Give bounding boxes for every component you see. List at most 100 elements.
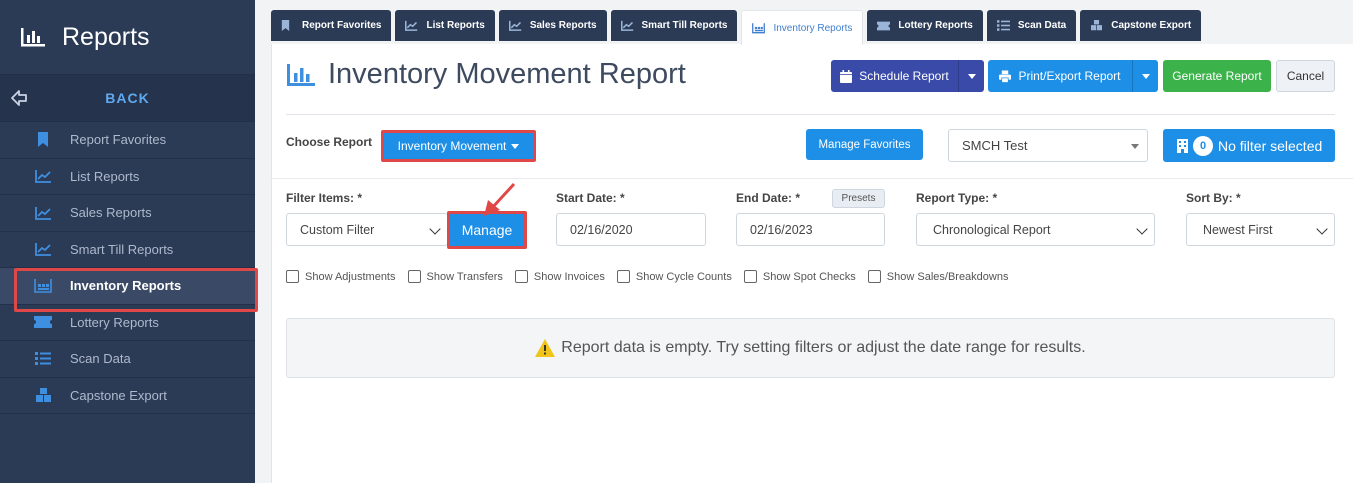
checkbox-box[interactable] bbox=[743, 270, 757, 283]
show-cycle-counts-checkbox[interactable]: Show Cycle Counts bbox=[616, 270, 732, 283]
caret-down-icon bbox=[1141, 73, 1150, 79]
sidebar-item-label: Report Favorites bbox=[70, 132, 167, 148]
show-spot-checks-checkbox[interactable]: Show Spot Checks bbox=[743, 270, 856, 283]
sidebar-item-lottery-reports[interactable]: Lottery Reports bbox=[0, 305, 255, 341]
chevron-down-icon bbox=[1316, 223, 1328, 235]
show-sales-breakdowns-checkbox[interactable]: Show Sales/Breakdowns bbox=[867, 270, 1009, 283]
tab-capstone-export[interactable]: Capstone Export bbox=[1080, 10, 1202, 41]
show-transfers-checkbox[interactable]: Show Transfers bbox=[407, 270, 503, 283]
sidebar-item-label: Scan Data bbox=[70, 351, 131, 367]
end-date-label: End Date: * bbox=[736, 191, 801, 205]
show-invoices-checkbox[interactable]: Show Invoices bbox=[514, 270, 605, 283]
report-type-select[interactable]: Chronological Report bbox=[916, 213, 1155, 246]
checkbox-label: Show Transfers bbox=[426, 270, 503, 283]
line-chart-icon bbox=[620, 20, 634, 31]
tab-label: Capstone Export bbox=[1111, 20, 1192, 31]
start-date-value: 02/16/2020 bbox=[570, 222, 633, 237]
sidebar-item-scan-data[interactable]: Scan Data bbox=[0, 341, 255, 378]
tab-label: Sales Reports bbox=[529, 20, 597, 31]
checkbox-box[interactable] bbox=[867, 270, 881, 283]
line-chart-icon bbox=[405, 20, 418, 31]
print-export-label: Print/Export Report bbox=[1018, 69, 1121, 83]
bar-chart-icon bbox=[287, 63, 315, 86]
report-type-dropdown[interactable]: Inventory Movement bbox=[381, 130, 536, 162]
checkbox-box[interactable] bbox=[616, 270, 630, 283]
sidebar-item-inventory-reports[interactable]: Inventory Reports bbox=[0, 268, 258, 312]
sort-by-value: Newest First bbox=[1203, 222, 1273, 237]
tab-label: List Reports bbox=[426, 20, 485, 31]
tab-inventory-reports[interactable]: Inventory Reports bbox=[741, 10, 864, 45]
start-date-label: Start Date: * bbox=[556, 191, 625, 205]
calendar-icon bbox=[840, 69, 853, 83]
tab-report-favorites[interactable]: Report Favorites bbox=[271, 10, 392, 41]
filter-button[interactable]: 0 No filter selected bbox=[1163, 129, 1335, 162]
sidebar-item-label: Inventory Reports bbox=[70, 278, 182, 294]
presets-button[interactable]: Presets bbox=[832, 189, 885, 208]
sidebar-item-label: Smart Till Reports bbox=[70, 241, 174, 257]
empty-report-alert: Report data is empty. Try setting filter… bbox=[286, 318, 1335, 378]
warehouse-icon bbox=[34, 278, 52, 294]
choose-report-label: Choose Report bbox=[286, 135, 373, 149]
caret-down-icon bbox=[1131, 144, 1139, 149]
line-chart-icon bbox=[508, 20, 522, 31]
sidebar-item-capstone-export[interactable]: Capstone Export bbox=[0, 378, 255, 414]
sidebar-item-label: List Reports bbox=[70, 168, 140, 184]
print-export-button[interactable]: Print/Export Report bbox=[988, 60, 1158, 92]
tab-label: Scan Data bbox=[1017, 20, 1067, 31]
end-date-input[interactable]: 02/16/2023 bbox=[736, 213, 885, 246]
line-chart-icon bbox=[34, 168, 52, 184]
tab-lottery-reports[interactable]: Lottery Reports bbox=[867, 10, 983, 41]
print-dropdown-toggle[interactable] bbox=[1132, 60, 1158, 92]
checkbox-label: Show Sales/Breakdowns bbox=[886, 270, 1009, 283]
checkbox-box[interactable] bbox=[514, 270, 528, 283]
store-select-value: SMCH Test bbox=[962, 138, 1028, 153]
generate-report-button[interactable]: Generate Report bbox=[1163, 60, 1271, 92]
sidebar-item-label: Sales Reports bbox=[70, 205, 152, 221]
filter-items-select[interactable]: Custom Filter bbox=[286, 213, 448, 246]
tab-smart-till-reports[interactable]: Smart Till Reports bbox=[610, 10, 738, 41]
chevron-down-icon bbox=[429, 223, 441, 235]
tab-label: Lottery Reports bbox=[898, 20, 973, 31]
list-icon bbox=[34, 351, 52, 367]
back-button[interactable]: BACK bbox=[0, 74, 255, 122]
chevron-down-icon bbox=[1136, 223, 1148, 235]
report-tabs: Report Favorites List Reports Sales Repo… bbox=[271, 10, 1202, 45]
checkbox-box[interactable] bbox=[286, 270, 299, 283]
checkbox-label: Show Invoices bbox=[533, 270, 605, 283]
ticket-icon bbox=[877, 20, 891, 31]
tab-scan-data[interactable]: Scan Data bbox=[986, 10, 1077, 41]
sidebar-item-label: Capstone Export bbox=[70, 387, 167, 403]
warehouse-icon bbox=[752, 23, 766, 34]
tab-list-reports[interactable]: List Reports bbox=[395, 10, 495, 41]
tab-label: Smart Till Reports bbox=[641, 20, 728, 31]
sidebar-item-report-favorites[interactable]: Report Favorites bbox=[0, 122, 255, 159]
checkbox-label: Show Adjustments bbox=[305, 270, 396, 283]
line-chart-icon bbox=[34, 205, 52, 221]
schedule-dropdown-toggle[interactable] bbox=[958, 60, 984, 92]
sidebar-item-smart-till-reports[interactable]: Smart Till Reports bbox=[0, 232, 255, 268]
options-row: Show Adjustments Show Transfers Show Inv… bbox=[286, 270, 1020, 283]
arrow-left-icon bbox=[11, 90, 27, 106]
tab-sales-reports[interactable]: Sales Reports bbox=[498, 10, 607, 41]
checkbox-box[interactable] bbox=[407, 270, 421, 283]
sort-by-select[interactable]: Newest First bbox=[1186, 213, 1335, 246]
tab-label: Inventory Reports bbox=[773, 22, 853, 34]
manage-favorites-button[interactable]: Manage Favorites bbox=[806, 129, 923, 160]
cancel-button[interactable]: Cancel bbox=[1276, 60, 1335, 92]
caret-down-icon bbox=[511, 143, 520, 149]
sidebar-item-sales-reports[interactable]: Sales Reports bbox=[0, 195, 255, 232]
warning-icon bbox=[535, 339, 556, 357]
store-select[interactable]: SMCH Test bbox=[948, 129, 1148, 162]
start-date-input[interactable]: 02/16/2020 bbox=[556, 213, 706, 246]
sidebar-title: Reports bbox=[62, 22, 150, 51]
sidebar-item-list-reports[interactable]: List Reports bbox=[0, 159, 255, 195]
printer-icon bbox=[999, 70, 1012, 83]
sort-by-label: Sort By: * bbox=[1186, 191, 1241, 205]
report-type-selected: Inventory Movement bbox=[397, 139, 507, 153]
schedule-report-button[interactable]: Schedule Report bbox=[831, 60, 984, 92]
show-adjustments-checkbox[interactable]: Show Adjustments bbox=[286, 270, 396, 283]
filter-count-badge: 0 bbox=[1193, 135, 1213, 156]
page-header: Inventory Movement Report bbox=[286, 58, 686, 91]
filter-items-label: Filter Items: * bbox=[286, 191, 363, 205]
sidebar: Reports BACK Report Favorites List Repor… bbox=[0, 0, 258, 483]
